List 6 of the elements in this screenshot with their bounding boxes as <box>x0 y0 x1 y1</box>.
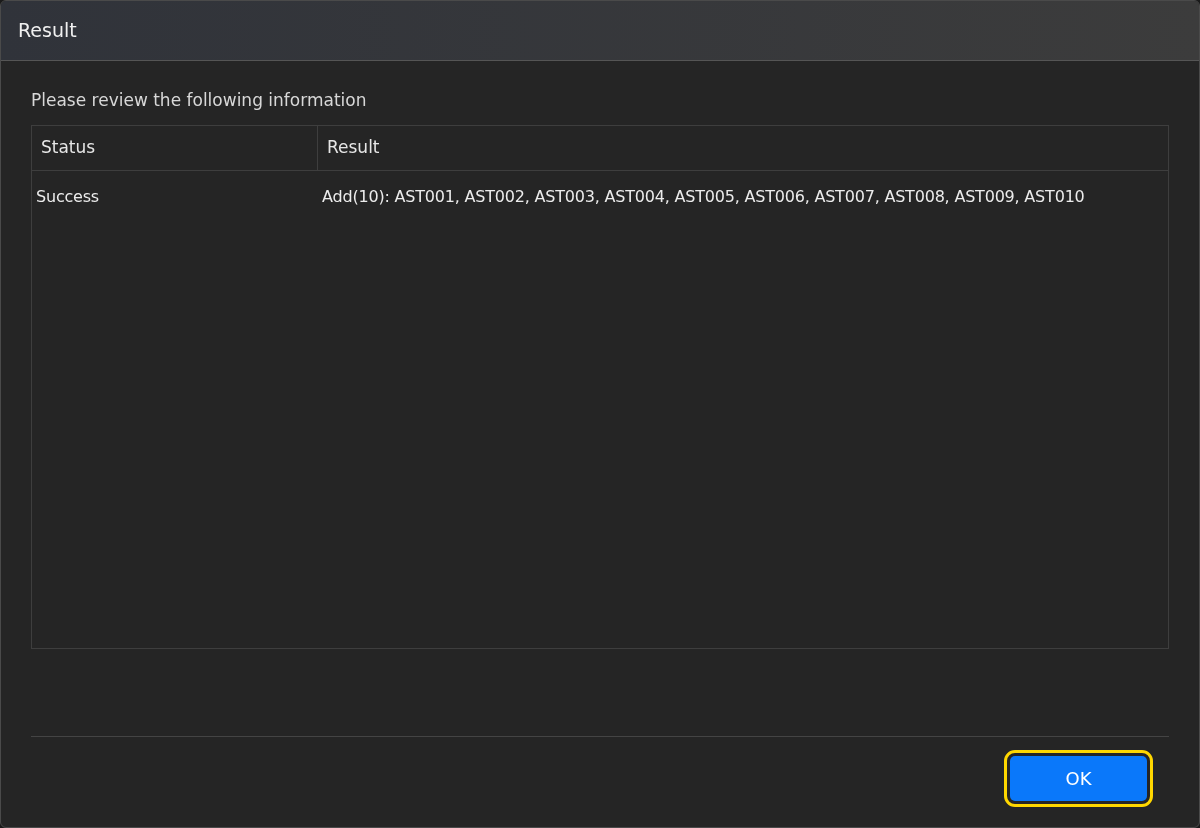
window-title: Result <box>18 18 77 44</box>
column-header: Result <box>327 136 380 160</box>
message-text: Please review the following information <box>31 89 367 112</box>
table-cell-text: Add(10): AST001, AST002, AST003, AST004, AST005, AST006, AST007, AST008, AST009, AST010 <box>322 186 1085 208</box>
column-header: Status <box>41 136 96 160</box>
table-cell-text: Success <box>36 186 99 208</box>
